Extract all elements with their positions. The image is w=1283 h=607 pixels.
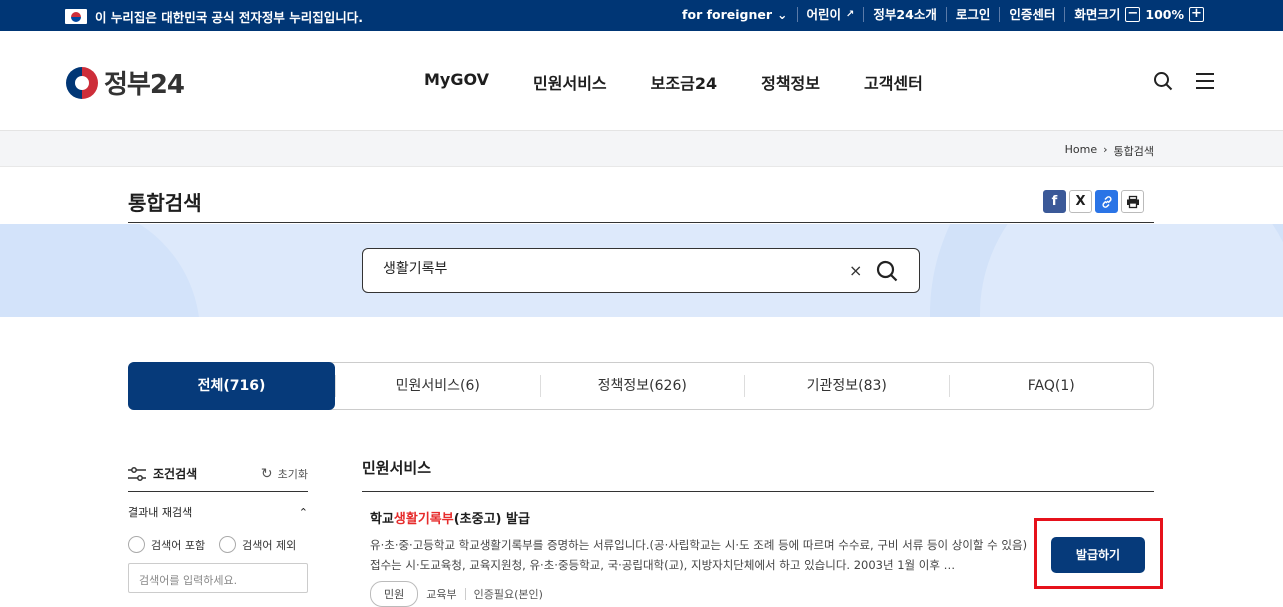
filter-title: 조건검색 — [153, 467, 198, 481]
print-icon — [1126, 195, 1139, 208]
tab-policy[interactable]: 정책정보(626) — [539, 375, 745, 397]
radio-circle — [128, 536, 145, 553]
result-tabs: 전체(716) 민원서비스(6) 정책정보(626) 기관정보(83) FAQ(… — [128, 362, 1154, 410]
chevron-down-icon: ⌄ — [777, 7, 788, 22]
for-foreigner-link[interactable]: for foreigner ⌄ — [673, 7, 798, 22]
x-share-button[interactable]: X — [1069, 190, 1092, 213]
page-title: 통합검색 — [128, 191, 202, 215]
zoom-level: 100% — [1145, 7, 1184, 22]
external-link-icon: ↗ — [846, 9, 855, 20]
taegeuk-logo-icon — [66, 66, 98, 99]
search-icon[interactable] — [1153, 71, 1173, 91]
breadcrumb-home[interactable]: Home — [1065, 143, 1097, 159]
site-header: 정부24 MyGOV 민원서비스 보조금24 정책정보 고객센터 — [0, 31, 1283, 131]
decor-circle — [0, 224, 200, 317]
exclude-radio[interactable]: 검색어 제외 — [219, 536, 296, 553]
zoom-in-button[interactable]: + — [1189, 7, 1204, 22]
breadcrumb: Home › 통합검색 — [1065, 143, 1154, 159]
top-utility-bar: 이 누리집은 대한민국 공식 전자정부 누리집입니다. for foreigne… — [0, 0, 1283, 31]
keyword-input[interactable]: 검색어를 입력하세요. — [128, 563, 308, 593]
tab-faq[interactable]: FAQ(1) — [948, 375, 1154, 397]
header-icons — [1153, 71, 1215, 91]
filter-sliders-icon — [128, 466, 146, 481]
meta-divider — [464, 588, 466, 600]
korea-flag-icon — [65, 9, 87, 24]
about-link[interactable]: 정부24소개 — [864, 7, 947, 22]
filter-sidebar: 조건검색 ↻ 초기화 결과내 재검색 ⌃ 검색어 포함 검색어 제외 검색어를 … — [128, 456, 308, 593]
link-icon — [1101, 195, 1112, 208]
auth-required: 인증필요(본인) — [473, 588, 543, 601]
tab-all[interactable]: 전체(716) — [128, 362, 335, 410]
nav-civil-service[interactable]: 민원서비스 — [533, 70, 607, 94]
agency-name: 교육부 — [426, 588, 457, 601]
radio-circle — [219, 536, 237, 553]
login-link[interactable]: 로그인 — [947, 7, 1001, 22]
title-divider — [128, 222, 1154, 223]
share-buttons: f X — [1043, 190, 1144, 213]
tab-civil-service[interactable]: 민원서비스(6) — [335, 375, 540, 397]
menu-icon[interactable] — [1195, 71, 1215, 91]
refine-title: 결과내 재검색 — [128, 506, 193, 519]
result-description: 유·초·중·고등학교 학교생활기록부를 증명하는 서류입니다.(공·사립학교는 … — [370, 538, 1028, 572]
gov-notice-text: 이 누리집은 대한민국 공식 전자정부 누리집입니다. — [95, 10, 364, 25]
utility-links: for foreigner ⌄ 어린이 ↗ 정부24소개 로그인 인증센터 화면크기… — [673, 7, 1213, 22]
nav-mygov[interactable]: MyGOV — [424, 70, 489, 94]
decor-ring — [930, 224, 1283, 317]
gov24-logo[interactable]: 정부24 — [66, 64, 185, 101]
chevron-right-icon: › — [1103, 143, 1108, 156]
print-button[interactable] — [1121, 190, 1144, 213]
facebook-icon: f — [1051, 194, 1058, 209]
include-radio[interactable]: 검색어 포함 — [128, 536, 205, 553]
copy-link-button[interactable] — [1095, 190, 1118, 213]
search-box: × — [362, 248, 920, 293]
refine-search-header[interactable]: 결과내 재검색 ⌃ — [128, 504, 308, 520]
facebook-share-button[interactable]: f — [1043, 190, 1066, 213]
gov-notice: 이 누리집은 대한민국 공식 전자정부 누리집입니다. — [65, 7, 363, 26]
highlight-keyword: 생활기록부 — [393, 512, 454, 527]
refresh-icon: ↻ — [260, 465, 273, 482]
breadcrumb-bar: Home › 통합검색 — [0, 131, 1283, 167]
search-input[interactable] — [383, 260, 823, 276]
kids-link[interactable]: 어린이 ↗ — [798, 7, 865, 22]
clear-search-button[interactable]: × — [849, 261, 862, 280]
tab-agency[interactable]: 기관정보(83) — [744, 375, 949, 397]
auth-center-link[interactable]: 인증센터 — [1000, 7, 1066, 22]
refine-options: 검색어 포함 검색어 제외 — [128, 536, 308, 553]
nav-customer-center[interactable]: 고객센터 — [864, 70, 923, 94]
filter-header: 조건검색 ↻ 초기화 — [128, 456, 308, 492]
x-icon: X — [1075, 194, 1086, 209]
category-tag: 민원 — [370, 581, 419, 607]
breadcrumb-current: 통합검색 — [1113, 145, 1154, 158]
chevron-up-icon: ⌃ — [298, 505, 308, 519]
search-submit-icon[interactable] — [876, 260, 898, 282]
issue-button[interactable]: 발급하기 — [1051, 537, 1145, 573]
zoom-out-button[interactable]: − — [1125, 7, 1141, 22]
nav-policy[interactable]: 정책정보 — [761, 70, 820, 94]
reset-button[interactable]: ↻ 초기화 — [261, 466, 308, 482]
screen-size-control: 화면크기 − 100% + — [1065, 7, 1213, 22]
main-nav: MyGOV 민원서비스 보조금24 정책정보 고객센터 — [424, 70, 967, 94]
logo-text: 정부24 — [104, 70, 185, 100]
nav-subsidy[interactable]: 보조금24 — [651, 70, 717, 94]
section-title: 민원서비스 — [362, 456, 1154, 492]
